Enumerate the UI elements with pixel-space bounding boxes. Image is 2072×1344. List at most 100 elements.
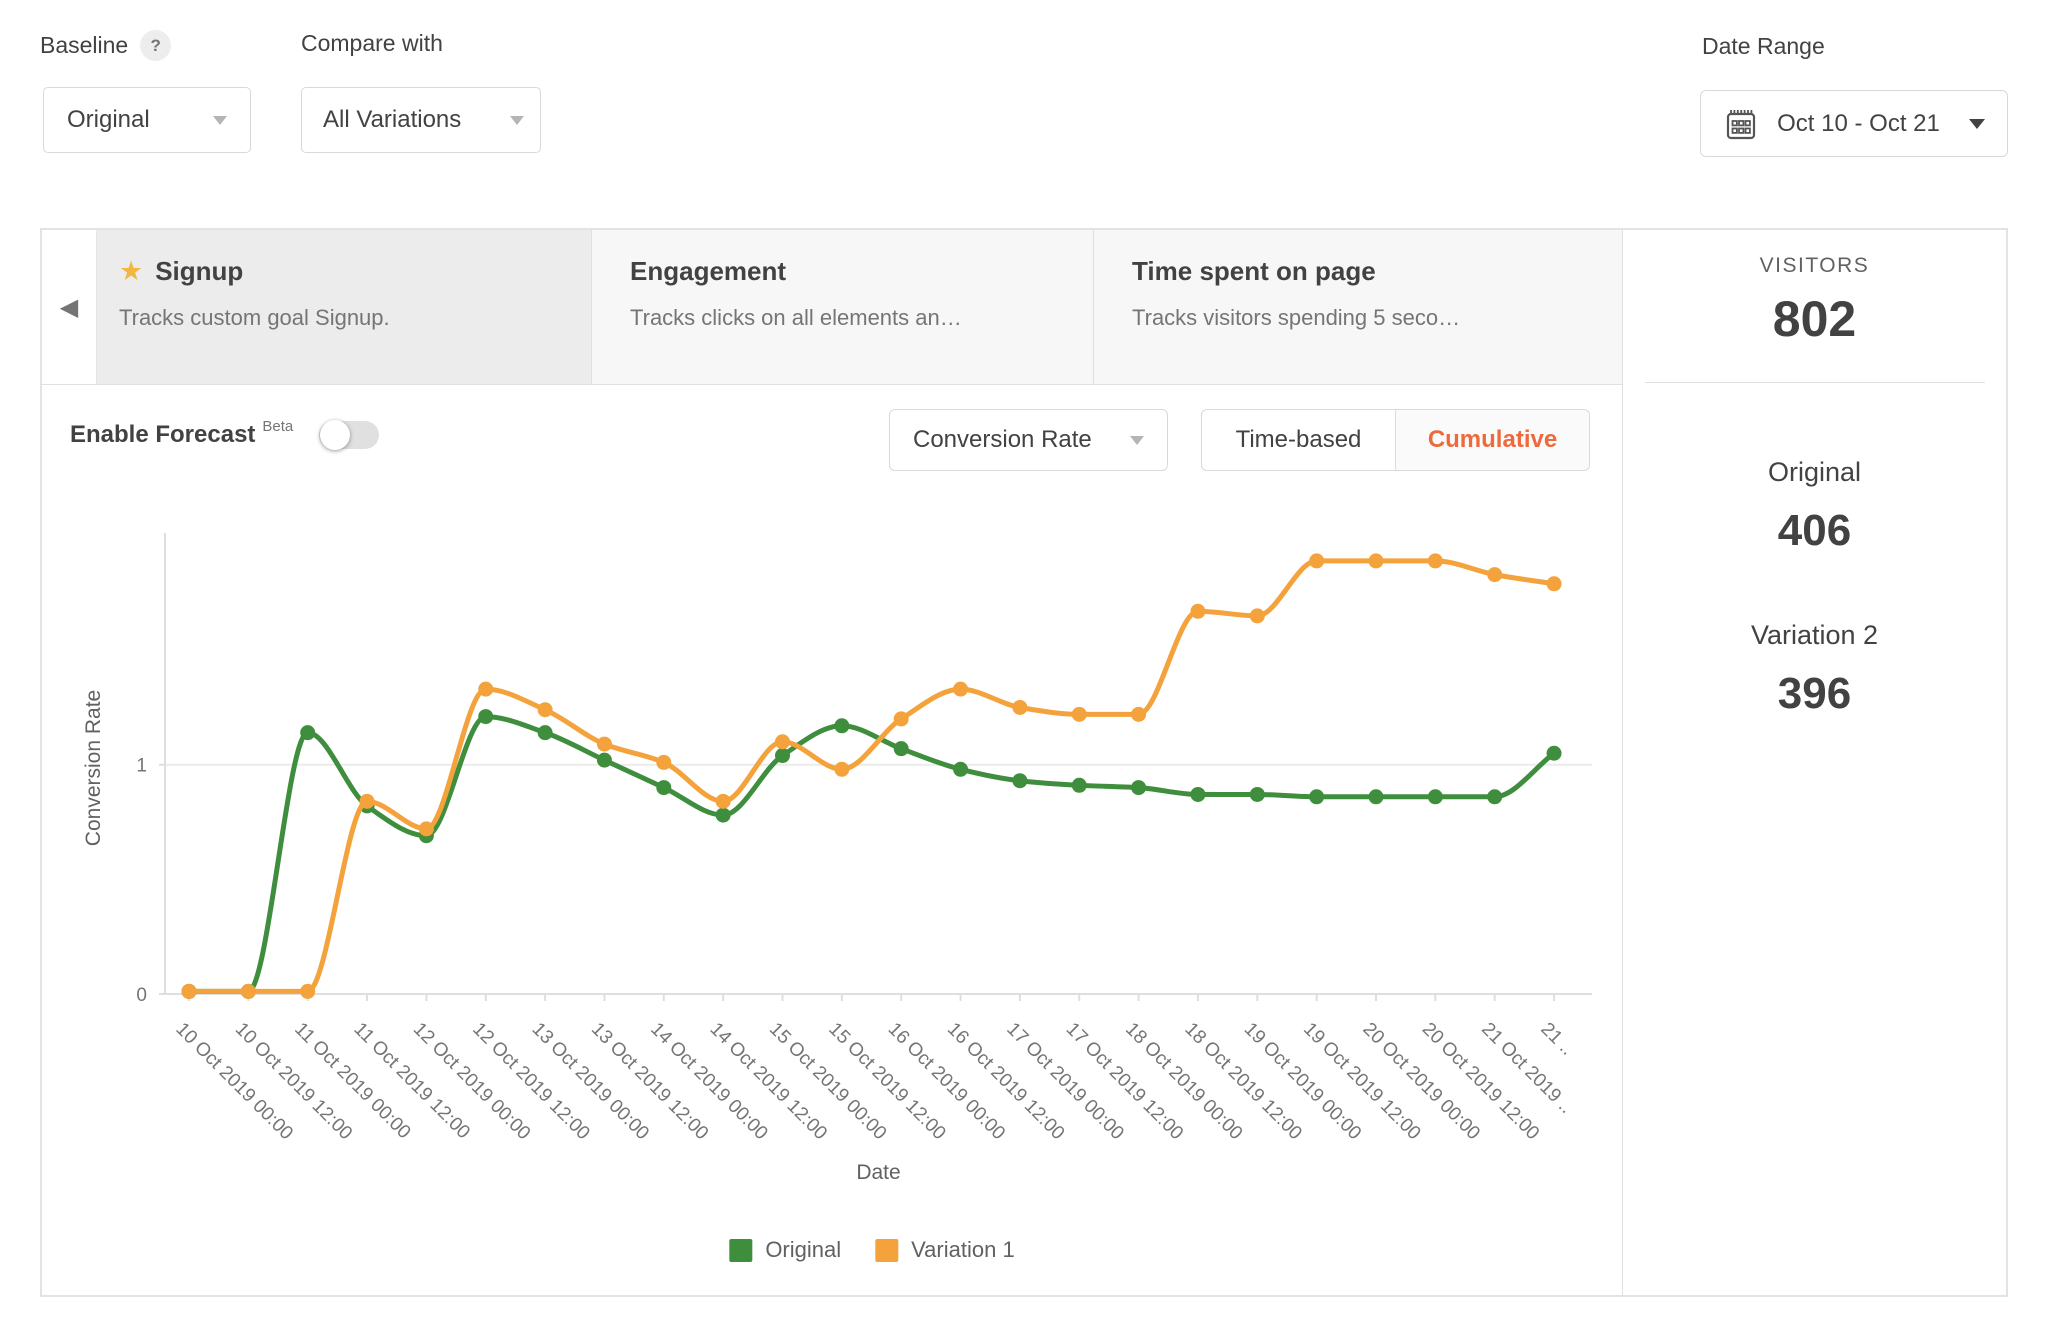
data-point	[1369, 789, 1384, 804]
data-point	[775, 734, 790, 749]
compare-with-label: Compare with	[301, 30, 443, 57]
data-point	[656, 780, 671, 795]
data-point	[716, 808, 731, 823]
visitors-label: VISITORS	[1623, 254, 2006, 278]
data-point	[1250, 608, 1265, 623]
data-point	[1428, 789, 1443, 804]
metric-select-value: Conversion Rate	[913, 426, 1092, 454]
star-icon: ★	[119, 258, 143, 285]
compare-with-select-value: All Variations	[323, 106, 461, 134]
data-point	[1131, 780, 1146, 795]
tab-goal-time-on-page[interactable]: Time spent on page Tracks visitors spend…	[1094, 230, 1622, 384]
data-point	[1190, 787, 1205, 802]
chart-mode-segmented-control: Time-based Cumulative	[1201, 409, 1590, 471]
y-axis-tick-label: 0	[136, 985, 147, 1006]
stat-label-original: Original	[1623, 457, 2006, 488]
legend-item-variation-1[interactable]: Variation 1	[875, 1237, 1015, 1263]
visitors-panel: VISITORS 802 Original 406 Variation 2 39…	[1622, 230, 2006, 1295]
data-point	[1428, 553, 1443, 568]
baseline-select[interactable]: Original	[43, 87, 251, 153]
data-point	[656, 755, 671, 770]
data-point	[894, 741, 909, 756]
data-point	[1250, 787, 1265, 802]
data-point	[1190, 604, 1205, 619]
data-point	[360, 794, 375, 809]
mode-time-based[interactable]: Time-based	[1202, 410, 1395, 470]
tabs-scroll-left-button[interactable]: ◀	[42, 230, 97, 384]
series-line-variation-1	[189, 561, 1554, 992]
data-point	[1309, 553, 1324, 568]
date-range-select[interactable]: Oct 10 - Oct 21	[1700, 90, 2008, 157]
data-point	[953, 682, 968, 697]
data-point	[1131, 707, 1146, 722]
data-point	[1547, 576, 1562, 591]
calendar-icon	[1726, 108, 1756, 140]
data-point	[1487, 567, 1502, 582]
goal-tab-strip: ◀ ★ Signup Tracks custom goal Signup. En…	[42, 230, 1622, 385]
visitors-value: 802	[1623, 290, 2006, 348]
data-point	[597, 737, 612, 752]
date-range-value: Oct 10 - Oct 21	[1777, 110, 1940, 138]
arrow-left-icon: ◀	[60, 293, 78, 322]
goal-tab-title: Engagement	[630, 256, 786, 287]
legend-item-original[interactable]: Original	[729, 1237, 841, 1263]
data-point	[1072, 707, 1087, 722]
goal-tab-description: Tracks visitors spending 5 seco…	[1132, 305, 1592, 331]
goal-tab-title: Time spent on page	[1132, 256, 1376, 287]
data-point	[419, 821, 434, 836]
baseline-label: Baseline ?	[40, 30, 171, 61]
data-point	[834, 718, 849, 733]
data-point	[597, 753, 612, 768]
legend-swatch-variation-1	[875, 1239, 898, 1262]
tab-goal-signup[interactable]: ★ Signup Tracks custom goal Signup.	[97, 230, 592, 384]
series-line-original	[189, 717, 1554, 992]
chart-area: Enable Forecast Beta Conversion Rate Tim…	[42, 385, 1622, 1295]
data-point	[894, 711, 909, 726]
data-point	[1487, 789, 1502, 804]
data-point	[1072, 778, 1087, 793]
mode-cumulative[interactable]: Cumulative	[1395, 410, 1589, 470]
enable-forecast-label: Enable Forecast	[70, 421, 255, 449]
chevron-down-icon	[213, 116, 227, 125]
chevron-down-icon	[1969, 119, 1985, 129]
data-point	[834, 762, 849, 777]
data-point	[716, 794, 731, 809]
stat-label-variation-2: Variation 2	[1623, 620, 2006, 651]
beta-badge: Beta	[262, 418, 293, 435]
chevron-down-icon	[1130, 436, 1144, 445]
data-point	[953, 762, 968, 777]
data-point	[182, 984, 197, 999]
data-point	[478, 709, 493, 724]
y-axis-title: Conversion Rate	[82, 690, 105, 846]
legend-swatch-original	[729, 1239, 752, 1262]
goal-tab-description: Tracks custom goal Signup.	[119, 305, 561, 331]
data-point	[775, 748, 790, 763]
metric-select[interactable]: Conversion Rate	[889, 409, 1168, 471]
conversion-rate-chart: 0110 Oct 2019 00:0010 Oct 2019 12:0011 O…	[42, 473, 1624, 1243]
baseline-select-value: Original	[67, 106, 150, 134]
data-point	[241, 984, 256, 999]
data-point	[300, 725, 315, 740]
goal-tab-title: Signup	[155, 256, 243, 287]
forecast-toggle[interactable]	[319, 421, 379, 449]
data-point	[1369, 553, 1384, 568]
x-axis-tick-label: 21 ..	[1537, 1019, 1578, 1060]
stat-value-original: 406	[1623, 506, 2006, 556]
data-point	[478, 682, 493, 697]
tab-goal-engagement[interactable]: Engagement Tracks clicks on all elements…	[592, 230, 1094, 384]
data-point	[1547, 746, 1562, 761]
x-axis-title: Date	[856, 1161, 900, 1184]
data-point	[1012, 773, 1027, 788]
x-axis-tick-label: 10 Oct 2019 00:00	[171, 1019, 296, 1144]
toggle-knob	[320, 420, 350, 450]
data-point	[538, 725, 553, 740]
data-point	[300, 984, 315, 999]
data-point	[1309, 789, 1324, 804]
data-point	[1012, 700, 1027, 715]
stat-value-variation-2: 396	[1623, 669, 2006, 719]
baseline-help-icon[interactable]: ?	[140, 30, 171, 61]
goal-tab-description: Tracks clicks on all elements an…	[630, 305, 1063, 331]
compare-with-select[interactable]: All Variations	[301, 87, 541, 153]
y-axis-tick-label: 1	[136, 756, 147, 777]
chart-legend: Original Variation 1	[729, 1237, 1014, 1263]
